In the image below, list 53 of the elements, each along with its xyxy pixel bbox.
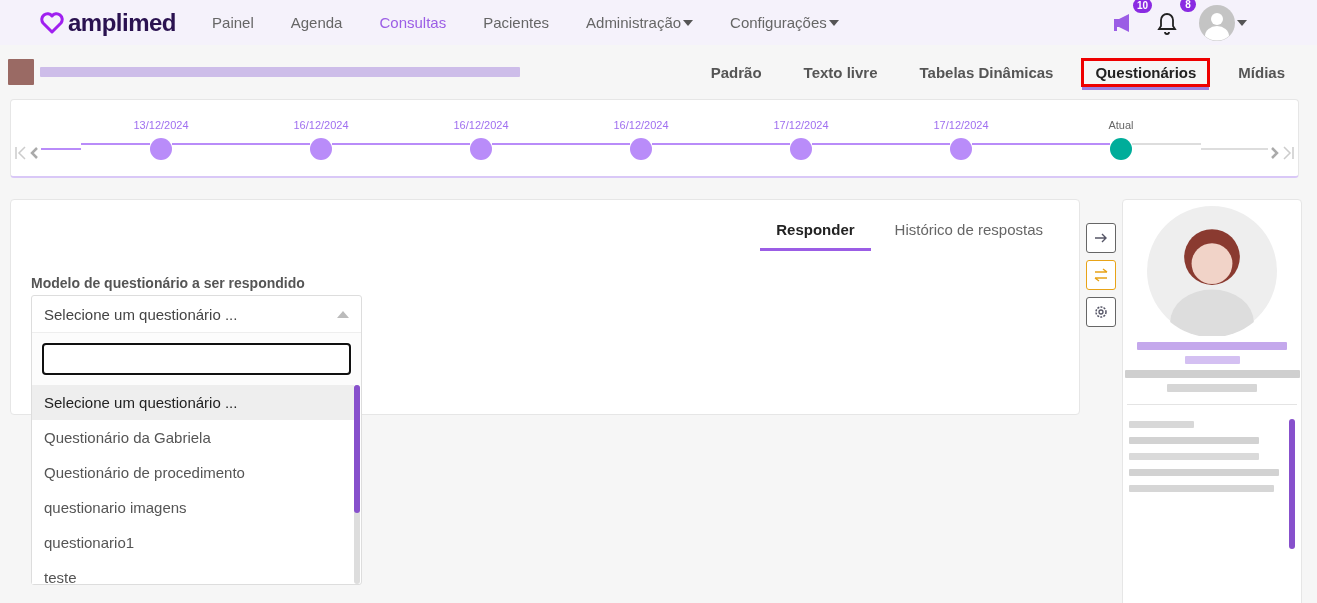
swap-arrows-icon (1093, 268, 1109, 282)
timeline-dot[interactable] (470, 138, 492, 160)
settings-button[interactable] (1086, 297, 1116, 327)
timeline-dot[interactable] (1110, 138, 1132, 160)
nav-link[interactable]: Administração (586, 14, 694, 31)
dropdown-option[interactable]: Selecione um questionário ... (32, 385, 354, 420)
questionnaire-select[interactable]: Selecione um questionário ... Selecione um questionário ... Questionário da Gabriela Questionário de procedimento questionario imagens questionario1 teste (31, 295, 362, 585)
count-badge: 8 (1180, 0, 1196, 12)
blurred-text (1184, 356, 1240, 364)
nav-link[interactable]: Painel (212, 14, 254, 31)
timeline-dot[interactable] (310, 138, 332, 160)
record-tab[interactable]: Padrão (696, 57, 776, 87)
gear-icon (1093, 304, 1109, 320)
arrow-right-icon (1094, 233, 1108, 243)
scrollbar[interactable] (1289, 419, 1295, 549)
timeline-date: 16/12/2024 (453, 119, 509, 131)
user-menu-button[interactable] (1199, 4, 1247, 41)
record-tab[interactable]: Texto livre (789, 57, 892, 87)
timeline-dot[interactable] (790, 138, 812, 160)
avatar-icon (1147, 206, 1277, 336)
blurred-text (1129, 421, 1194, 428)
select-value: Selecione um questionário ... (44, 305, 238, 323)
timeline-dot[interactable] (630, 138, 652, 160)
first-page-icon[interactable] (15, 146, 27, 160)
brand-logo-text: amplimed (68, 8, 177, 37)
timeline-date: 17/12/2024 (773, 119, 829, 131)
timeline-dot[interactable] (950, 138, 972, 160)
last-page-icon[interactable] (1282, 146, 1294, 160)
timeline-date: Atual (1108, 119, 1134, 131)
answer-tab[interactable]: Histórico de respostas (878, 215, 1059, 251)
heart-logo-icon (40, 11, 64, 34)
timeline-date: 13/12/2024 (133, 119, 189, 131)
search-field[interactable] (42, 343, 351, 375)
swap-arrows-button[interactable] (1086, 260, 1116, 290)
timeline-dot[interactable] (150, 138, 172, 160)
timeline-date: 17/12/2024 (933, 119, 989, 131)
record-tab[interactable]: Mídias (1224, 57, 1299, 87)
nav-link[interactable]: Configurações (730, 14, 839, 31)
nav-link[interactable]: Pacientes (483, 14, 550, 31)
caret-icon (1237, 19, 1247, 26)
record-tab[interactable]: Questionários (1081, 57, 1211, 87)
field-label: Modelo de questionário a ser respondido (31, 275, 306, 291)
avatar-icon (1199, 4, 1235, 41)
nav-link[interactable]: Consultas (379, 14, 447, 31)
answer-tab[interactable]: Responder (760, 215, 871, 251)
blurred-photo (8, 59, 34, 85)
arrow-right-button[interactable] (1086, 223, 1116, 253)
nav-link[interactable]: Agenda (290, 14, 343, 31)
timeline-date: 16/12/2024 (613, 119, 669, 131)
record-tab[interactable]: Tabelas Dinâmicas (905, 57, 1068, 87)
scrollbar[interactable] (354, 385, 360, 584)
count-badge: 10 (1132, 0, 1152, 13)
timeline-date: 16/12/2024 (293, 119, 349, 131)
